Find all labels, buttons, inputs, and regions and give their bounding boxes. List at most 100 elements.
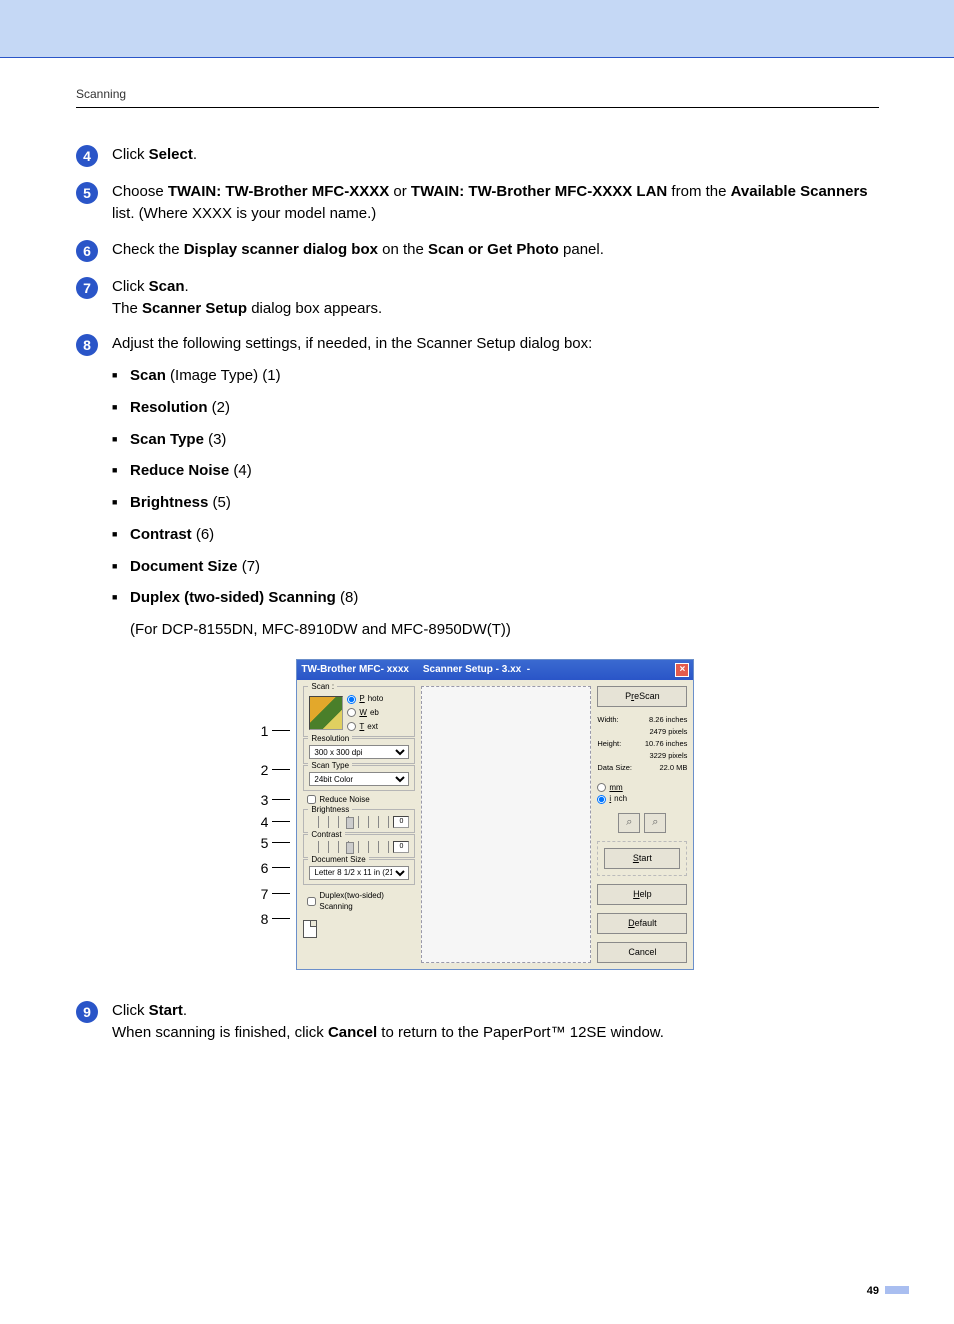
sublist-item: Resolution (2) [130, 397, 879, 419]
radio-inch[interactable]: inch [597, 793, 687, 805]
info-label: Data Size: [597, 763, 633, 774]
text: list. (Where XXXX is your model name.) [112, 205, 376, 222]
zoom-out-button[interactable]: ⌕ [644, 813, 666, 833]
zoom-in-button[interactable]: ⌕ [618, 813, 640, 833]
dialog-titlebar[interactable]: TW-Brother MFC- xxxx Scanner Setup - 3.x… [297, 660, 693, 681]
sublist-note: (For DCP-8155DN, MFC-8910DW and MFC-8950… [130, 619, 879, 641]
close-icon[interactable]: × [675, 663, 689, 677]
preview-area[interactable] [421, 686, 591, 963]
step-text: Click Select. [112, 144, 879, 166]
page-number: 49 [867, 1284, 879, 1300]
prescan-button[interactable]: PreScan [597, 686, 687, 707]
radio-label: mm [609, 782, 622, 794]
info-value: 3229 pixels [635, 751, 687, 762]
bold-text: Scanner Setup [142, 300, 247, 317]
step-7: 7 Click Scan. The Scanner Setup dialog b… [76, 276, 879, 320]
group-label: Scan : [308, 681, 337, 693]
callout-number: 3 [261, 790, 269, 810]
button-label: efault [635, 918, 657, 928]
contrast-value[interactable]: 0 [393, 841, 409, 853]
radio-input[interactable] [597, 783, 606, 792]
cancel-button[interactable]: Cancel [597, 942, 687, 963]
orientation-row [303, 916, 415, 938]
callout-number: 5 [261, 833, 269, 853]
button-label: tart [639, 853, 652, 863]
dialog-right-panel: PreScan Width:8.26 inches 2479 pixels He… [597, 686, 687, 963]
page-number-accent [885, 1286, 909, 1294]
text: (Image Type) (1) [166, 367, 281, 384]
step-5: 5 Choose TWAIN: TW-Brother MFC-XXXX or T… [76, 181, 879, 225]
resolution-select[interactable]: 300 x 300 dpi [309, 745, 409, 759]
magnifier-icon: ⌕ [652, 815, 658, 831]
brightness-slider[interactable] [309, 816, 390, 828]
dialog-left-panel: Scan : Photo Web Text [303, 686, 415, 963]
bold-text: Brightness [130, 494, 208, 511]
text: . [183, 1002, 187, 1019]
info-label: Height: [597, 739, 633, 750]
bold-text: Scan [130, 367, 166, 384]
step-number-bullet: 5 [76, 182, 98, 204]
preview-thumbnail [309, 696, 343, 730]
running-head-rule [76, 107, 879, 108]
step-number-bullet: 9 [76, 1001, 98, 1023]
info-value: 8.26 inches [635, 715, 687, 726]
step-8: 8 Adjust the following settings, if need… [76, 333, 879, 641]
callout-line-icon [272, 799, 290, 800]
bold-text: Display scanner dialog box [184, 241, 378, 258]
callout-number: 2 [261, 760, 269, 780]
radio-mm[interactable]: mm [597, 782, 687, 794]
unit-radios: mm inch [597, 782, 687, 805]
info-value: 10.76 inches [635, 739, 687, 750]
text: to return to the PaperPort™ 12SE window. [377, 1024, 664, 1041]
start-button[interactable]: Start [604, 848, 680, 869]
step-text: Adjust the following settings, if needed… [112, 333, 879, 641]
duplex-checkbox[interactable] [307, 897, 316, 906]
radio-input[interactable] [597, 795, 606, 804]
default-button[interactable]: Default [597, 913, 687, 934]
help-button[interactable]: Help [597, 884, 687, 905]
text: (6) [192, 526, 215, 543]
text: from the [667, 183, 730, 200]
radio-text[interactable]: Text [347, 721, 383, 733]
group-label: Document Size [308, 854, 368, 866]
contrast-slider[interactable] [309, 841, 390, 853]
step-text: Click Scan. The Scanner Setup dialog box… [112, 276, 879, 320]
radio-label: ext [367, 721, 378, 733]
document-size-select[interactable]: Letter 8 1/2 x 11 in (215.9 x [309, 866, 409, 880]
radio-input[interactable] [347, 722, 356, 731]
figure-callouts: 1 2 3 4 5 6 7 8 [261, 659, 291, 931]
radio-photo[interactable]: Photo [347, 693, 383, 705]
callout-line-icon [272, 730, 290, 731]
page-orientation-icon[interactable] [303, 920, 317, 938]
bold-text: Contrast [130, 526, 192, 543]
callout-line-icon [272, 867, 290, 868]
text: panel. [559, 241, 604, 258]
scan-type-select[interactable]: 24bit Color [309, 772, 409, 786]
callout-line-icon [272, 842, 290, 843]
sublist-item: Scan (Image Type) (1) [130, 365, 879, 387]
checkbox-label: Duplex(two-sided) Scanning [319, 890, 415, 913]
scan-group: Scan : Photo Web Text [303, 686, 415, 737]
radio-input[interactable] [347, 695, 356, 704]
scan-type-group: Scan Type 24bit Color [303, 765, 415, 791]
header-band [0, 0, 954, 58]
step-9: 9 Click Start. When scanning is finished… [76, 1000, 879, 1044]
callout-line-icon [272, 821, 290, 822]
callout-number: 4 [261, 812, 269, 832]
step-list-continued: 9 Click Start. When scanning is finished… [76, 1000, 879, 1044]
bold-text: Duplex (two-sided) Scanning [130, 589, 336, 606]
step-number-bullet: 7 [76, 277, 98, 299]
radio-input[interactable] [347, 708, 356, 717]
text: or [389, 183, 411, 200]
text: The [112, 300, 142, 317]
group-label: Scan Type [308, 760, 352, 772]
magnifier-icon: ⌕ [626, 815, 632, 831]
step-intro: Adjust the following settings, if needed… [112, 333, 879, 355]
brightness-value[interactable]: 0 [393, 816, 409, 828]
bold-text: Start [149, 1002, 183, 1019]
bold-text: Scan Type [130, 431, 204, 448]
radio-web[interactable]: Web [347, 707, 383, 719]
bold-text: Document Size [130, 558, 238, 575]
callout-line-icon [272, 769, 290, 770]
sublist-item: Document Size (7) [130, 556, 879, 578]
